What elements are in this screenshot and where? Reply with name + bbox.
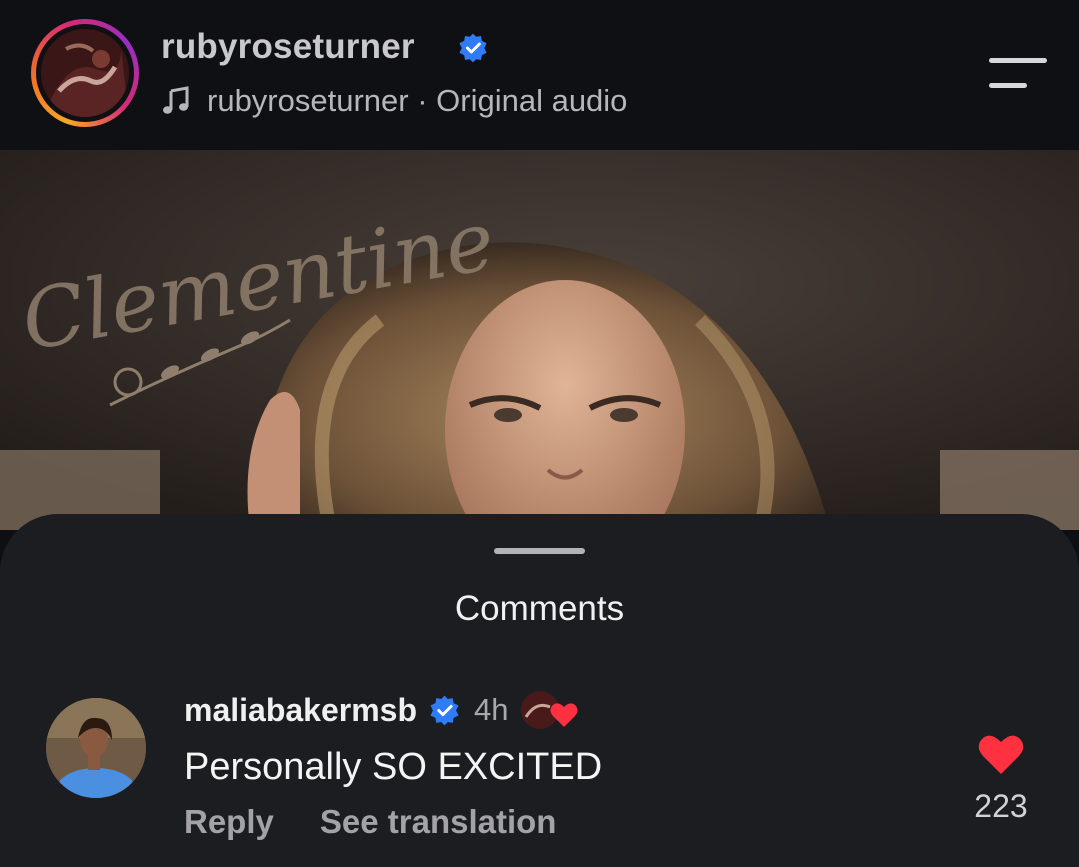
original-audio-link[interactable]: rubyroseturner · Original audio	[161, 80, 627, 122]
verified-badge-icon	[430, 695, 459, 725]
comment-actions: Reply See translation	[184, 803, 556, 841]
sheet-drag-handle[interactable]	[494, 548, 585, 554]
video-frame-image: Clementine	[0, 150, 1079, 530]
reel-header: rubyroseturner rubyroseturner · Original…	[0, 0, 1079, 150]
creator-liked-indicator	[520, 689, 582, 731]
see-translation-button[interactable]: See translation	[320, 803, 557, 841]
heart-icon	[550, 703, 577, 727]
verified-badge-icon	[459, 33, 487, 63]
commenter-avatar[interactable]	[46, 698, 146, 798]
audio-label: rubyroseturner · Original audio	[207, 83, 628, 118]
heart-icon[interactable]	[977, 732, 1025, 776]
comment-timestamp: 4h	[474, 692, 509, 727]
author-avatar[interactable]	[31, 19, 139, 127]
like-count: 223	[974, 788, 1028, 824]
author-username[interactable]: rubyroseturner	[161, 27, 415, 67]
reel-video[interactable]: Clementine	[0, 150, 1079, 530]
comment-text: Personally SO EXCITED	[184, 746, 603, 788]
menu-icon[interactable]	[987, 55, 1049, 91]
reply-button[interactable]: Reply	[184, 803, 274, 841]
comment-header: maliabakermsb 4h	[184, 689, 582, 731]
sheet-title: Comments	[454, 589, 625, 628]
music-note-icon	[163, 86, 189, 114]
commenter-username[interactable]: maliabakermsb	[184, 692, 417, 729]
author-avatar-photo	[41, 29, 129, 117]
